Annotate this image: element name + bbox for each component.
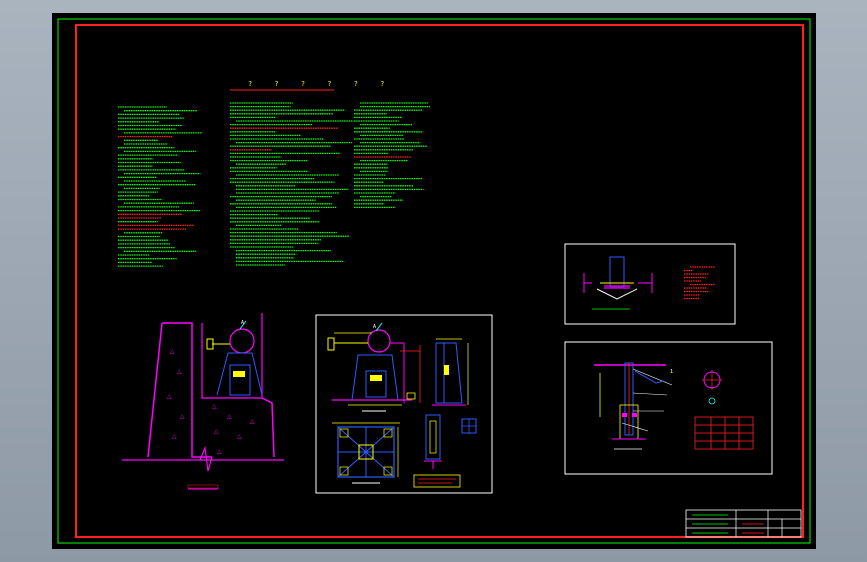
svg-text:△: △ [167,393,172,400]
notes-column-1 [118,106,203,267]
svg-text:A: A [241,320,244,326]
svg-text:△: △ [177,368,182,375]
svg-text:A: A [373,324,376,330]
title-block [685,509,802,538]
svg-text:△: △ [237,433,242,440]
wall-elevation-view: A △ △ △ △ △ △ △ △ △ △ △ [122,313,284,490]
svg-text:△: △ [217,448,222,455]
foundation-detail-panel [564,243,736,325]
notes-title: ? ? ? ? ? ? [248,80,393,88]
svg-text:△: △ [180,413,185,420]
notes-column-2 [230,102,354,266]
column-detail-panel [564,341,773,475]
svg-text:△: △ [250,418,255,425]
base-detail-panel: A [315,314,493,494]
svg-text:△: △ [172,433,177,440]
svg-text:△: △ [227,413,232,420]
svg-text:△: △ [170,348,175,355]
svg-text:△: △ [212,403,217,410]
notes-column-3 [354,102,431,209]
detail-callout-label: 1 [670,369,673,375]
svg-text:△: △ [214,428,219,435]
cad-viewport[interactable]: ? ? ? ? ? ? A △ △ △ △ △ △ △ △ △ △ △ A 1 [52,13,816,549]
outer-frame [57,18,811,544]
